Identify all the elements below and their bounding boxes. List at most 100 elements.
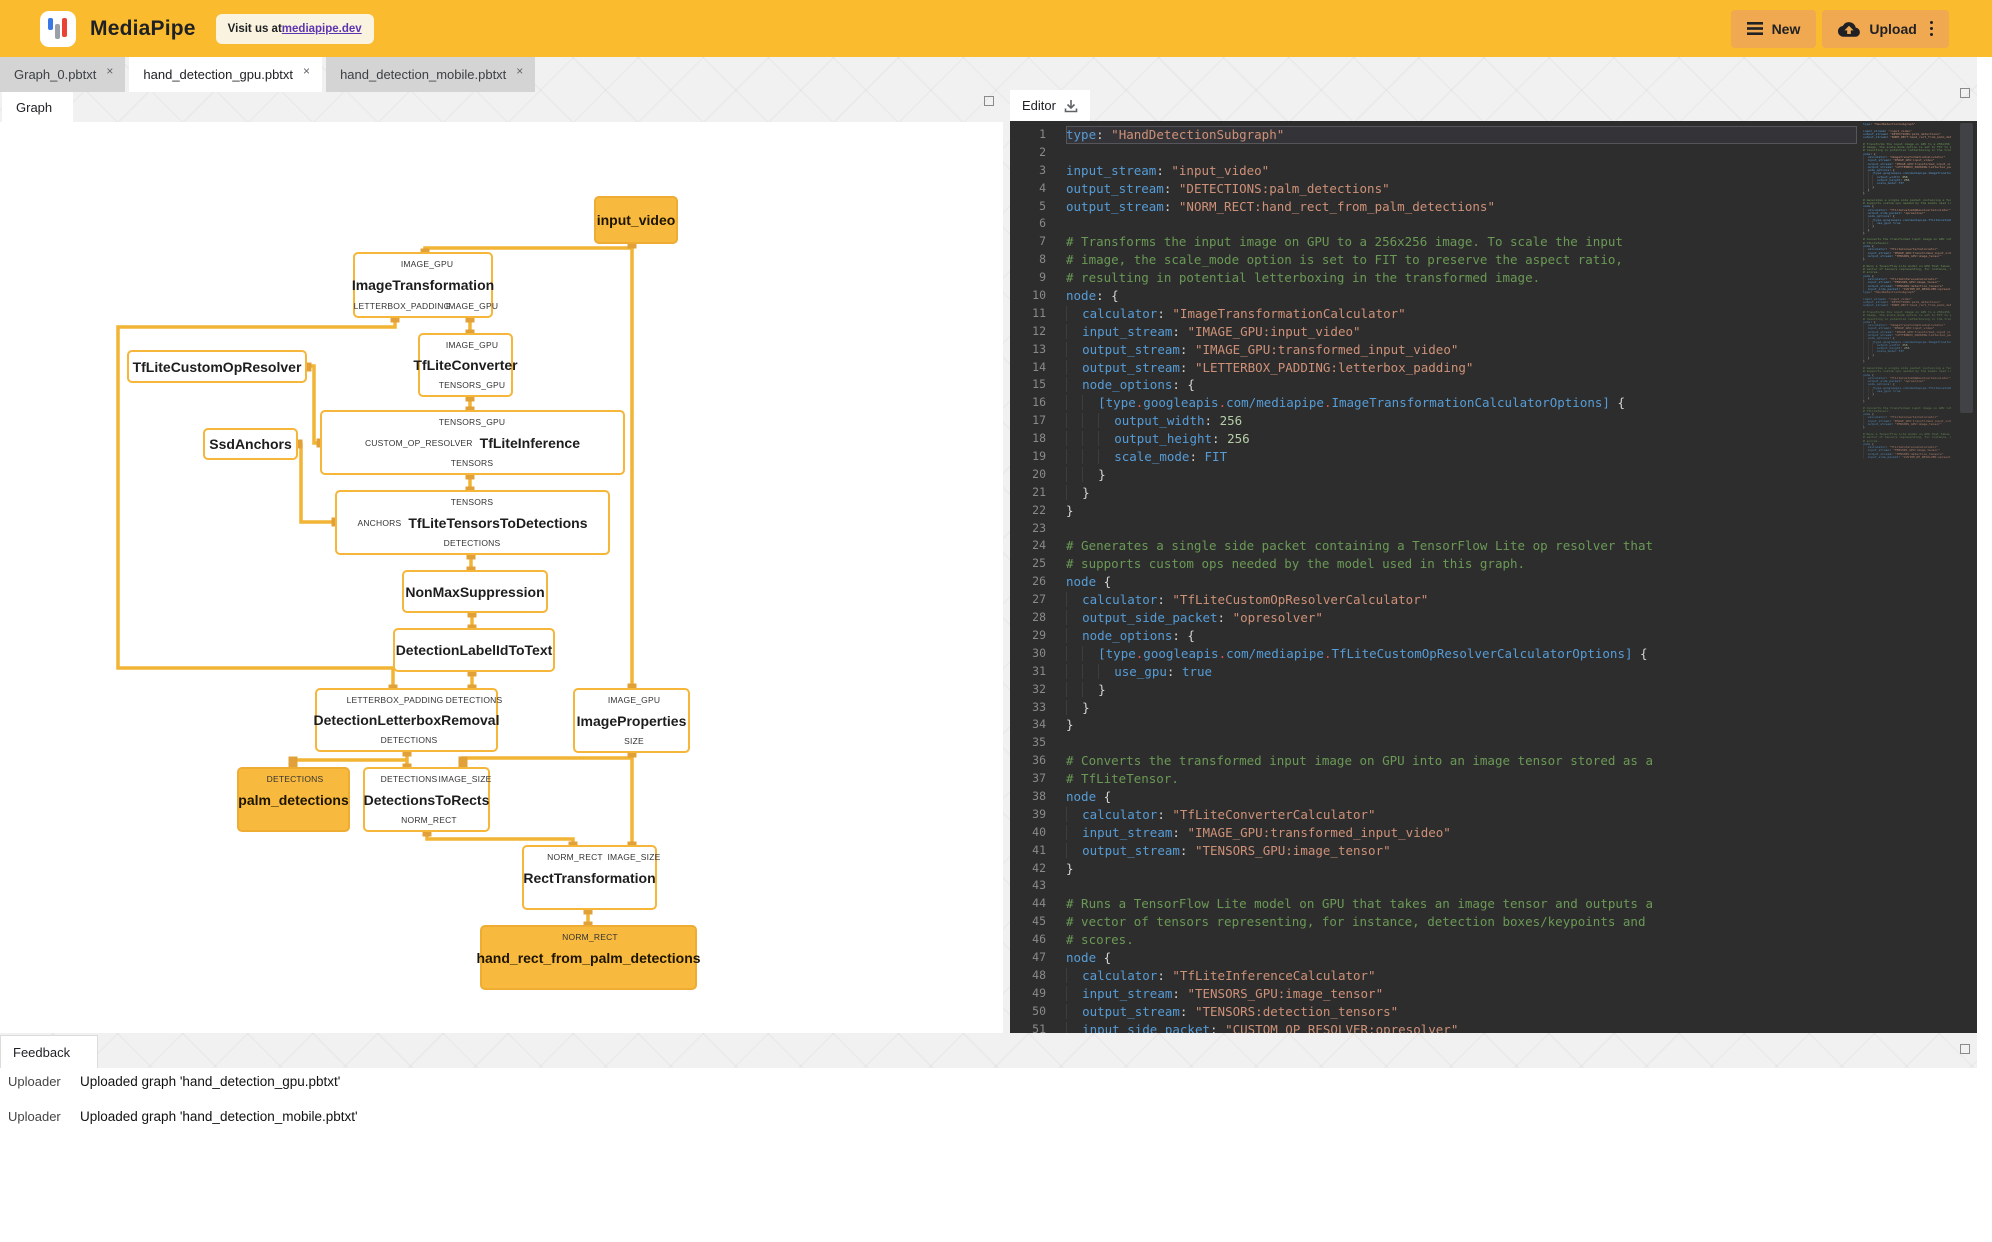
code-line[interactable]: 35 (1010, 734, 1857, 752)
code-line[interactable]: 6 (1010, 215, 1857, 233)
code-line[interactable]: 25 # supports custom ops needed by the mo… (1010, 555, 1857, 573)
code-line[interactable]: 37 # TfLiteTensor. (1010, 770, 1857, 788)
line-number: 50 (1032, 1003, 1046, 1018)
line-number: 16 (1032, 395, 1046, 410)
graph-node-ImageProperties[interactable]: IMAGE_GPU ImageProperties SIZE (573, 688, 690, 753)
code-line[interactable]: 23 (1010, 520, 1857, 538)
expand-editor-panel-icon[interactable] (1960, 88, 1970, 98)
code-line[interactable]: 34} (1010, 716, 1857, 734)
code-line[interactable]: 28 output_side_packet: "opresolver" (1010, 609, 1857, 627)
code-line[interactable]: 49 input_stream: "TENSORS_GPU:image_tens… (1010, 985, 1857, 1003)
download-icon[interactable] (1064, 99, 1078, 113)
code-line[interactable]: 16 [type.googleapis.com/mediapipe.ImageT… (1010, 394, 1857, 412)
code-line[interactable]: 26 node { (1010, 573, 1857, 591)
graph-node-TfLiteCustomOpResolver[interactable]: TfLiteCustomOpResolver (127, 350, 307, 383)
code-line[interactable]: 10 node: { (1010, 287, 1857, 305)
code-line[interactable]: 14 output_stream: "LETTERBOX_PADDING:let… (1010, 359, 1857, 377)
port-label-TENSORS_GPU: TENSORS_GPU (438, 380, 506, 390)
file-tab-hand_detection_mobile.pbtxt[interactable]: hand_detection_mobile.pbtxt × (326, 57, 536, 92)
line-number: 25 (1032, 556, 1046, 571)
code-line[interactable]: 32 } (1010, 681, 1857, 699)
code-line[interactable]: 40 input_stream: "IMAGE_GPU:transformed_… (1010, 824, 1857, 842)
code-line[interactable]: 9 # resulting in potential letterboxing i… (1010, 269, 1857, 287)
new-button[interactable]: New (1730, 9, 1817, 48)
code-line[interactable]: 46 # scores. (1010, 931, 1857, 949)
close-tab-icon[interactable]: × (516, 64, 523, 78)
line-number: 51 (1032, 1021, 1046, 1033)
code-line[interactable]: 27 calculator: "TfLiteCustomOpResolverCa… (1010, 591, 1857, 609)
graph-node-DetectionLetterboxRemoval[interactable]: LETTERBOX_PADDING DETECTIONS DetectionLett… (314, 688, 502, 752)
editor-scrollbar-thumb[interactable] (1960, 123, 1973, 413)
code-line[interactable]: 42} (1010, 860, 1857, 878)
code-line[interactable]: 43 (1010, 877, 1857, 895)
upload-button[interactable]: Upload (1822, 9, 1949, 48)
close-tab-icon[interactable]: × (106, 64, 113, 78)
line-number: 3 (1039, 162, 1046, 177)
file-tab-Graph_0.pbtxt[interactable]: Graph_0.pbtxt × (0, 57, 126, 92)
code-line[interactable]: 2 (1010, 144, 1857, 162)
code-line[interactable]: 39 calculator: "TfLiteConverterCalculato… (1010, 806, 1857, 824)
graph-node-RectTransformation[interactable]: NORM_RECT IMAGE_SIZE RectTransformation (522, 845, 660, 910)
code-line[interactable]: 18 output_height: 256 (1010, 430, 1857, 448)
expand-feedback-panel-icon[interactable] (1960, 1044, 1970, 1054)
code-line[interactable]: 24 # Generates a single side packet conta… (1010, 537, 1857, 555)
tab-graph[interactable]: Graph (2, 92, 73, 122)
code-line[interactable]: 7 # Transforms the input image on GPU to … (1010, 233, 1857, 251)
node-title: DetectionLabelIdToText (395, 642, 553, 658)
graph-node-TfLiteTensorsToDetections[interactable]: TENSORS ANCHORS TfLiteTensorsToDetections D… (335, 490, 610, 555)
code-line[interactable]: 44 # Runs a TensorFlow Lite model on GPU … (1010, 895, 1857, 913)
code-line[interactable]: 11 calculator: "ImageTransformationCalcu… (1010, 305, 1857, 323)
line-number: 34 (1032, 717, 1046, 732)
graph-node-TfLiteInference[interactable]: TENSORS_GPU CUSTOM_OP_RESOLVER TfLiteInfer… (320, 410, 625, 475)
code-line[interactable]: 5 output_stream: "NORM_RECT:hand_rect_fro… (1010, 198, 1857, 216)
graph-node-SsdAnchors[interactable]: SsdAnchors (203, 428, 298, 460)
code-line[interactable]: 33 } (1010, 699, 1857, 717)
editor-minimap[interactable]: type: "HandDetectionSubgraph" input_strea… (1863, 123, 1951, 1026)
line-number: 41 (1032, 842, 1046, 857)
list-icon (1746, 22, 1763, 35)
upload-menu-kebab-icon[interactable] (1929, 21, 1933, 36)
code-line[interactable]: 47 node { (1010, 949, 1857, 967)
code-line[interactable]: 50 output_stream: "TENSORS:detection_ten… (1010, 1003, 1857, 1021)
close-tab-icon[interactable]: × (303, 64, 310, 78)
code-line[interactable]: 45 # vector of tensors representing, for … (1010, 913, 1857, 931)
tab-editor[interactable]: Editor (1010, 90, 1090, 121)
line-number: 30 (1032, 645, 1046, 660)
graph-node-TfLiteConverter[interactable]: IMAGE_GPU TfLiteConverter TENSORS_GPU (413, 333, 518, 397)
code-line[interactable]: 1 type: "HandDetectionSubgraph" (1010, 126, 1857, 144)
code-line[interactable]: 41 output_stream: "TENSORS_GPU:image_ten… (1010, 842, 1857, 860)
graph-node-DetectionLabelIdToText[interactable]: DetectionLabelIdToText (393, 628, 555, 672)
graph-node-hand_rect_from_palm_detections[interactable]: NORM_RECT hand_rect_from_palm_detections (476, 925, 701, 990)
code-line[interactable]: 4 output_stream: "DETECTIONS:palm_detecti… (1010, 180, 1857, 198)
file-tab-hand_detection_gpu.pbtxt[interactable]: hand_detection_gpu.pbtxt × (129, 57, 323, 92)
visit-prefix: Visit us at (227, 22, 282, 35)
expand-graph-panel-icon[interactable] (984, 96, 994, 106)
code-line[interactable]: 48 calculator: "TfLiteInferenceCalculato… (1010, 967, 1857, 985)
graph-node-DetectionsToRects[interactable]: DETECTIONS IMAGE_SIZE DetectionsToRects NOR… (363, 767, 491, 832)
code-line[interactable]: 51 input_side_packet: "CUSTOM_OP_RESOLVE… (1010, 1021, 1857, 1033)
code-line[interactable]: 13 output_stream: "IMAGE_GPU:transformed… (1010, 341, 1857, 359)
code-line[interactable]: 20 } (1010, 466, 1857, 484)
tab-feedback[interactable]: Feedback (0, 1035, 98, 1068)
code-editor[interactable]: 1 type: "HandDetectionSubgraph" 2 3 input_st… (1010, 121, 1977, 1033)
app-header: MediaPipe Visit us at mediapipe.dev New … (0, 0, 1992, 57)
code-line[interactable]: 19 scale_mode: FIT (1010, 448, 1857, 466)
code-line[interactable]: 15 node_options: { (1010, 376, 1857, 394)
graph-node-ImageTransformation[interactable]: IMAGE_GPU ImageTransformation LETTERBOX_PA… (352, 252, 498, 318)
code-line[interactable]: 3 input_stream: "input_video" (1010, 162, 1857, 180)
graph-node-input_video[interactable]: input_video (594, 196, 678, 244)
code-line[interactable]: 31 use_gpu: true (1010, 663, 1857, 681)
code-line[interactable]: 36 # Converts the transformed input image… (1010, 752, 1857, 770)
code-line[interactable]: 22} (1010, 502, 1857, 520)
mediapipe-dev-link[interactable]: mediapipe.dev (282, 23, 362, 35)
code-line[interactable]: 29 node_options: { (1010, 627, 1857, 645)
graph-node-NonMaxSuppression[interactable]: NonMaxSuppression (402, 570, 548, 613)
code-line[interactable]: 21 } (1010, 484, 1857, 502)
graph-canvas[interactable]: input_video IMAGE_GPU ImageTransformation L… (0, 122, 1003, 1033)
code-line[interactable]: 30 [type.googleapis.com/mediapipe.TfLite… (1010, 645, 1857, 663)
code-line[interactable]: 12 input_stream: "IMAGE_GPU:input_video" (1010, 323, 1857, 341)
code-line[interactable]: 17 output_width: 256 (1010, 412, 1857, 430)
code-line[interactable]: 8 # image, the scale_mode option is set t… (1010, 251, 1857, 269)
code-line[interactable]: 38 node { (1010, 788, 1857, 806)
graph-node-palm_detections[interactable]: DETECTIONS palm_detections (237, 767, 350, 832)
